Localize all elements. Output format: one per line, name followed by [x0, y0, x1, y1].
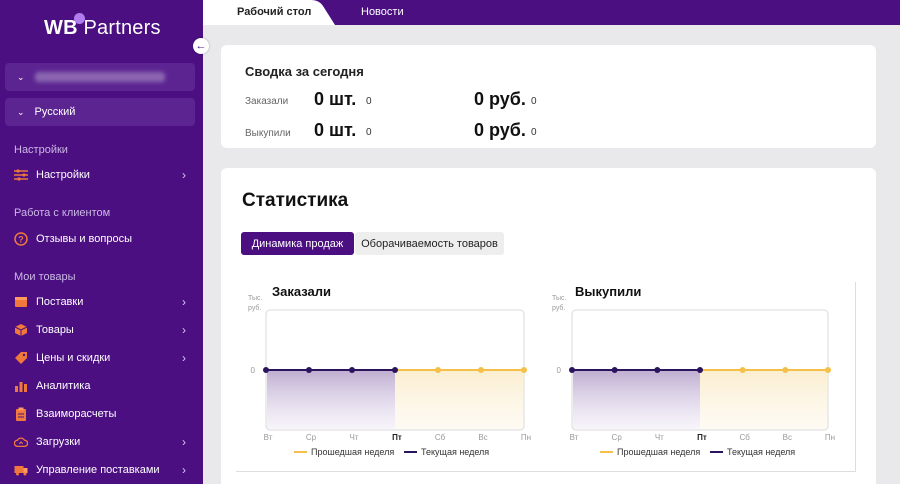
previous-week-area — [395, 370, 523, 429]
charts-svg: Заказали Тыс. руб. 0 Вт Ср Чт Пт Сб Вс Пн Прошедшая… — [248, 284, 835, 457]
y-tick-label: 0 — [557, 366, 562, 375]
collapse-sidebar-button[interactable]: ← — [193, 38, 209, 54]
x-tick-label: Ср — [612, 433, 623, 442]
current-week-area — [573, 370, 700, 429]
x-tick-label: Чт — [655, 433, 664, 442]
x-tick-label: Сб — [739, 433, 750, 442]
x-tick-label: Пт — [392, 433, 402, 442]
point-previous-week — [521, 367, 527, 373]
y-axis-label: Тыс. — [248, 295, 262, 302]
point-previous-week — [782, 367, 789, 373]
point-previous-week — [825, 367, 831, 373]
x-tick-label: Вт — [264, 433, 273, 442]
x-tick-label: Вс — [478, 433, 487, 442]
x-tick-label: Сб — [435, 433, 446, 442]
point-previous-week — [739, 367, 746, 373]
legend-label-previous-week: Прошедшая неделя — [617, 447, 700, 457]
point-current-week — [392, 367, 398, 373]
point-current-week — [306, 367, 312, 373]
legend-label-current-week: Текущая неделя — [421, 447, 489, 457]
point-previous-week — [478, 367, 484, 373]
x-tick-label: Ср — [306, 433, 317, 442]
x-tick-label: Пн — [521, 433, 531, 442]
y-tick-label: 0 — [251, 366, 256, 375]
x-tick-label: Вт — [570, 433, 579, 442]
chart-title: Выкупили — [575, 284, 641, 299]
legend-label-current-week: Текущая неделя — [727, 447, 795, 457]
point-current-week — [697, 367, 703, 373]
x-tick-label: Пт — [697, 433, 707, 442]
y-axis-label: руб. — [552, 304, 565, 312]
point-current-week — [611, 367, 618, 373]
chart-title: Заказали — [272, 284, 331, 299]
x-tick-label: Чт — [350, 433, 359, 442]
legend-label-previous-week: Прошедшая неделя — [311, 447, 394, 457]
x-tick-label: Пн — [825, 433, 835, 442]
point-previous-week — [435, 367, 441, 373]
previous-week-area — [700, 370, 827, 429]
y-axis-label: Тыс. — [552, 295, 566, 302]
current-week-area — [267, 370, 395, 429]
point-current-week — [349, 367, 355, 373]
point-current-week — [654, 367, 661, 373]
point-current-week — [569, 367, 575, 373]
y-axis-label: руб. — [248, 304, 261, 312]
point-current-week — [263, 367, 269, 373]
x-tick-label: Вс — [783, 433, 792, 442]
